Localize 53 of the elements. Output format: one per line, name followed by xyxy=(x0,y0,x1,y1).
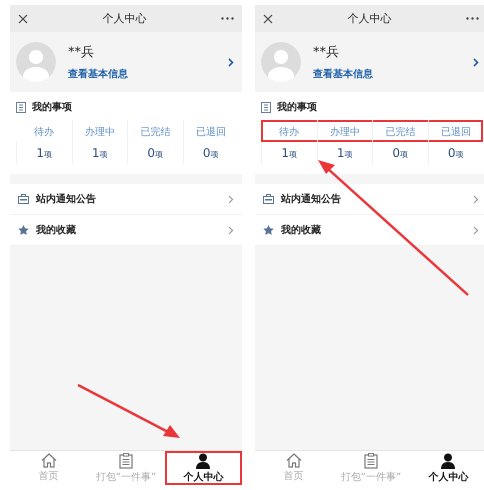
page-title: 个人中心 xyxy=(102,11,146,26)
close-icon[interactable] xyxy=(263,14,273,24)
building-icon xyxy=(16,102,26,112)
chevron-right-icon xyxy=(473,194,479,204)
house-icon xyxy=(286,453,302,468)
status-count: 0项 xyxy=(202,145,219,162)
status-label[interactable]: 已完结 xyxy=(385,122,416,142)
house-icon xyxy=(40,453,57,468)
status-label[interactable]: 办理中 xyxy=(84,122,115,142)
more-icon[interactable] xyxy=(466,17,479,20)
chevron-right-icon xyxy=(228,194,234,204)
status-label[interactable]: 办理中 xyxy=(330,122,360,142)
menu-item[interactable]: 站内通知公告 xyxy=(10,184,242,215)
status-label[interactable]: 已退回 xyxy=(196,122,226,142)
person-icon xyxy=(441,452,456,468)
status-count: 0项 xyxy=(448,145,464,162)
status-count: 0项 xyxy=(392,145,408,162)
profile-link[interactable]: 查看基本信息 xyxy=(313,67,461,81)
status-label[interactable]: 已完结 xyxy=(140,122,170,142)
building-icon xyxy=(261,102,271,112)
profile-link[interactable]: 查看基本信息 xyxy=(68,67,216,81)
status-count: 1项 xyxy=(92,145,108,162)
star-icon xyxy=(18,225,29,235)
status-count: 0项 xyxy=(147,145,164,162)
clipboard-icon xyxy=(364,452,378,468)
section-heading: 我的事项 xyxy=(32,100,72,114)
tab[interactable]: 个人中心 xyxy=(164,451,242,485)
star-icon xyxy=(263,225,274,235)
status-label[interactable]: 待办 xyxy=(34,122,54,142)
page-title: 个人中心 xyxy=(348,11,392,26)
person-icon xyxy=(196,452,210,468)
avatar-silhouette xyxy=(16,42,56,82)
status-count: 1项 xyxy=(36,145,52,162)
avatar-silhouette xyxy=(261,42,301,82)
chevron-right-icon xyxy=(228,226,234,234)
close-icon[interactable] xyxy=(18,14,28,24)
status-label[interactable]: 已退回 xyxy=(440,122,471,142)
status-count: 1项 xyxy=(336,145,353,162)
chevron-right-icon xyxy=(473,226,479,234)
status-count: 1项 xyxy=(281,145,298,162)
clipboard-icon xyxy=(118,452,133,468)
user-name: **兵 xyxy=(313,44,340,61)
chevron-right-icon[interactable] xyxy=(473,58,479,66)
section-heading: 我的事项 xyxy=(277,100,317,114)
more-icon[interactable] xyxy=(221,17,234,20)
menu-item[interactable]: 我的收藏 xyxy=(255,215,484,246)
menu-item[interactable]: 站内通知公告 xyxy=(255,184,484,215)
user-name: **兵 xyxy=(68,44,95,61)
briefcase-icon xyxy=(263,194,274,204)
briefcase-icon xyxy=(18,194,29,204)
chevron-right-icon[interactable] xyxy=(228,58,234,66)
status-label[interactable]: 待办 xyxy=(278,122,299,142)
menu-item[interactable]: 我的收藏 xyxy=(10,215,242,246)
